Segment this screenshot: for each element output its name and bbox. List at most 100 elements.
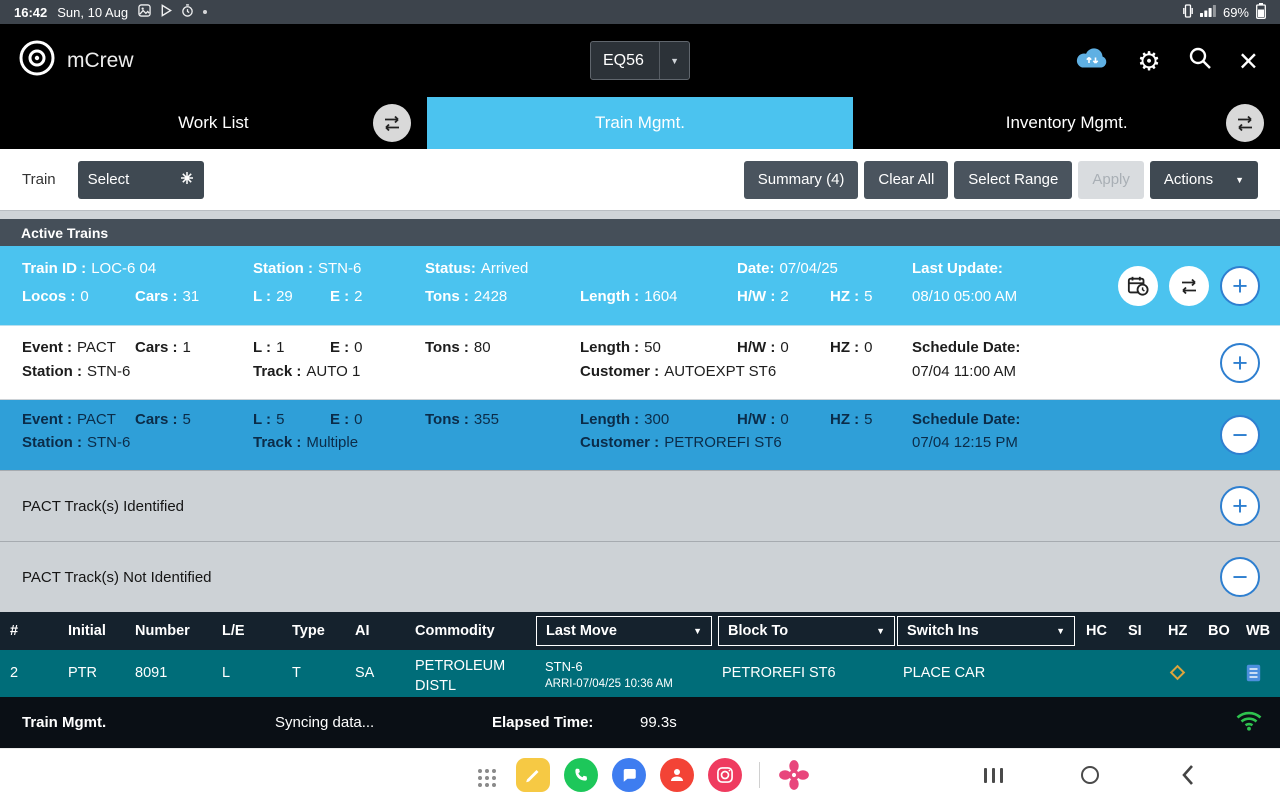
field-empties: E :0	[330, 411, 363, 428]
cloud-sync-icon[interactable]	[1074, 45, 1110, 76]
field-last-update-label: Last Update:	[912, 260, 1008, 277]
col-le: L/E	[222, 623, 245, 639]
messages-app-icon[interactable]	[612, 758, 646, 792]
event-row-selected[interactable]: Event :PACT Cars :5 L :5 E :0 Tons :355 …	[0, 400, 1280, 470]
event-row[interactable]: Event :PACT Cars :1 L :1 E :0 Tons :80 L…	[0, 326, 1280, 400]
field-cars: Cars :31	[135, 288, 199, 305]
collapse-event-button[interactable]: −	[1220, 415, 1260, 455]
summary-button[interactable]: Summary (4)	[744, 161, 859, 199]
active-train-row[interactable]: Train ID :LOC-6 04 Station :STN-6 Status…	[0, 246, 1280, 326]
col-number: Number	[135, 623, 190, 639]
train-select-dropdown[interactable]: Select	[78, 161, 204, 199]
field-label: Track :	[253, 434, 301, 451]
field-customer: Customer :PETROREFI ST6	[580, 434, 782, 451]
chevron-down-icon: ▼	[693, 626, 702, 636]
field-value: 1604	[644, 288, 677, 305]
field-label: Last Update:	[912, 260, 1003, 277]
field-schedule-date-label: Schedule Date:	[912, 339, 1025, 356]
field-empties: E :0	[330, 339, 363, 356]
main-tab-bar: Work List Train Mgmt. Inventory Mgmt.	[0, 97, 1280, 149]
field-label: Tons :	[425, 339, 469, 356]
contacts-app-icon[interactable]	[660, 758, 694, 792]
collapse-pact-not-identified-button[interactable]: −	[1220, 557, 1260, 597]
field-value: 5	[864, 411, 872, 428]
back-button[interactable]	[1180, 763, 1196, 792]
cell-le: L	[222, 665, 230, 681]
train-id-selector[interactable]: EQ56 ▼	[590, 41, 690, 80]
schedule-calendar-button[interactable]	[1118, 266, 1158, 306]
play-notification-icon	[160, 4, 172, 20]
field-value: Multiple	[306, 434, 358, 451]
select-range-button[interactable]: Select Range	[954, 161, 1072, 199]
clear-all-button[interactable]: Clear All	[864, 161, 948, 199]
car-table-row[interactable]: 2 PTR 8091 L T SA PETROLEUM DISTL STN-6 …	[0, 650, 1280, 697]
field-value: AUTOEXPT ST6	[664, 363, 776, 380]
col-num: #	[10, 623, 18, 639]
field-loads: L :5	[253, 411, 284, 428]
actions-dropdown-button[interactable]: Actions ▼	[1150, 161, 1258, 199]
field-label: Cars :	[135, 288, 178, 305]
swap-train-button[interactable]	[1169, 266, 1209, 306]
field-loads: L :29	[253, 288, 293, 305]
field-label: Date:	[737, 260, 775, 277]
elapsed-time-label: Elapsed Time:	[492, 714, 593, 731]
flower-app-icon[interactable]	[777, 758, 811, 792]
swap-icon[interactable]	[1226, 104, 1264, 142]
field-label: H/W :	[737, 411, 775, 428]
taskbar-divider	[759, 762, 760, 788]
notes-app-icon[interactable]	[516, 758, 550, 792]
field-label: Cars :	[135, 411, 178, 428]
last-move-filter-dropdown[interactable]: Last Move ▼	[536, 616, 712, 646]
field-value: PETROREFI ST6	[664, 434, 782, 451]
phone-app-icon[interactable]	[564, 758, 598, 792]
home-button[interactable]	[1081, 766, 1099, 784]
android-nav-bar	[0, 748, 1280, 800]
field-label: Track :	[253, 363, 301, 380]
field-value: 355	[474, 411, 499, 428]
field-schedule-date-value: 07/04 11:00 AM	[912, 363, 1016, 380]
field-hw: H/W :2	[737, 288, 789, 305]
pact-not-identified-section[interactable]: PACT Track(s) Not Identified −	[0, 541, 1280, 612]
field-label: L :	[253, 339, 271, 356]
battery-icon	[1256, 3, 1266, 22]
gear-icon[interactable]: ⚙	[1137, 48, 1160, 74]
field-label: H/W :	[737, 339, 775, 356]
block-to-filter-dropdown[interactable]: Block To ▼	[718, 616, 895, 646]
tab-inventory-mgmt[interactable]: Inventory Mgmt.	[853, 97, 1280, 149]
field-train-id: Train ID :LOC-6 04	[22, 260, 156, 277]
tab-label: Inventory Mgmt.	[1006, 113, 1128, 133]
apply-button[interactable]: Apply	[1078, 161, 1144, 199]
signal-icon	[1200, 4, 1216, 21]
field-value: 2428	[474, 288, 507, 305]
field-label: H/W :	[737, 288, 775, 305]
col-si: SI	[1128, 623, 1142, 639]
field-value: 07/04 11:00 AM	[912, 363, 1016, 380]
field-value: PACT	[77, 339, 116, 356]
dropdown-label: Switch Ins	[907, 623, 979, 639]
search-icon[interactable]	[1188, 46, 1212, 75]
waybill-icon[interactable]	[1246, 664, 1261, 686]
field-label: Locos :	[22, 288, 75, 305]
field-value: 29	[276, 288, 293, 305]
field-value: 0	[354, 411, 362, 428]
status-date: Sun, 10 Aug	[57, 5, 128, 20]
expand-event-button[interactable]: +	[1220, 343, 1260, 383]
field-label: E :	[330, 339, 349, 356]
field-value: 5	[276, 411, 284, 428]
expand-pact-identified-button[interactable]: +	[1220, 486, 1260, 526]
app-drawer-icon[interactable]	[478, 769, 496, 787]
recents-button[interactable]	[984, 768, 1003, 783]
field-cars: Cars :1	[135, 339, 191, 356]
switch-ins-filter-dropdown[interactable]: Switch Ins ▼	[897, 616, 1075, 646]
swap-icon[interactable]	[373, 104, 411, 142]
close-icon[interactable]: ×	[1239, 44, 1258, 77]
pact-identified-section[interactable]: PACT Track(s) Identified +	[0, 470, 1280, 541]
camera-app-icon[interactable]	[708, 758, 742, 792]
tab-work-list[interactable]: Work List	[0, 97, 427, 149]
field-value: AUTO 1	[306, 363, 360, 380]
field-tons: Tons :355	[425, 411, 499, 428]
expand-train-button[interactable]: +	[1220, 266, 1260, 306]
field-value: 50	[644, 339, 661, 356]
tab-train-mgmt[interactable]: Train Mgmt.	[427, 97, 854, 149]
chevron-down-icon: ▼	[876, 626, 885, 636]
